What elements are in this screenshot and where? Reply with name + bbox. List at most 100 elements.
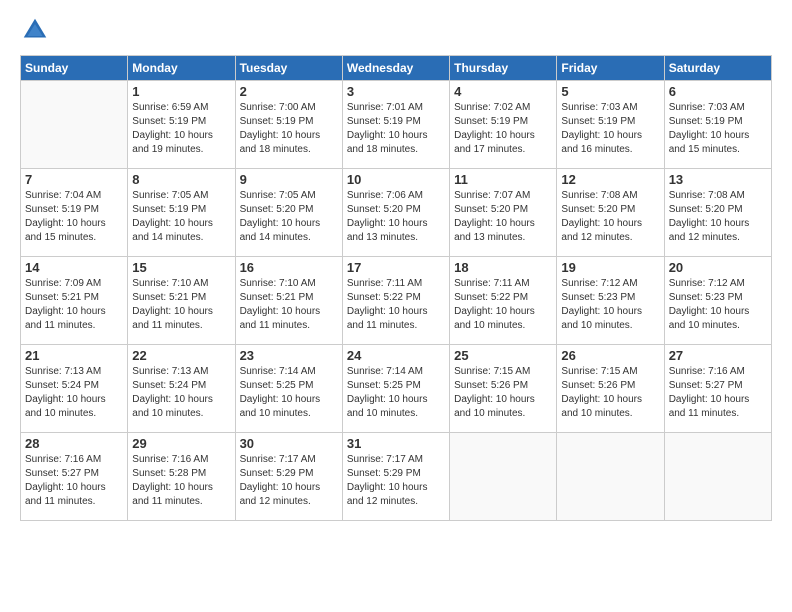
calendar-day-cell: 2Sunrise: 7:00 AM Sunset: 5:19 PM Daylig… xyxy=(235,81,342,169)
day-info: Sunrise: 7:10 AM Sunset: 5:21 PM Dayligh… xyxy=(240,277,338,333)
calendar-day-cell: 4Sunrise: 7:02 AM Sunset: 5:19 PM Daylig… xyxy=(450,81,557,169)
calendar-day-cell: 24 Sunrise: 7:14 AM Sunset: 5:25 PM Dayli… xyxy=(342,345,449,433)
calendar-day-cell: 30 Sunrise: 7:17 AM Sunset: 5:29 PM Dayli… xyxy=(235,433,342,521)
calendar-day-cell: 26 Sunrise: 7:15 AM Sunset: 5:26 PM Dayli… xyxy=(557,345,664,433)
calendar-day-header: Tuesday xyxy=(235,56,342,81)
calendar-day-header: Friday xyxy=(557,56,664,81)
day-number: 13 xyxy=(669,172,767,187)
day-info: Sunrise: 7:17 AM Sunset: 5:29 PM Dayligh… xyxy=(240,453,338,509)
day-info: Sunrise: 7:17 AM Sunset: 5:29 PM Dayligh… xyxy=(347,453,445,509)
calendar-day-cell: 11Sunrise: 7:07 AM Sunset: 5:20 PM Dayli… xyxy=(450,169,557,257)
calendar-day-header: Saturday xyxy=(664,56,771,81)
calendar-day-cell: 18 Sunrise: 7:11 AM Sunset: 5:22 PM Dayli… xyxy=(450,257,557,345)
day-info: Sunrise: 7:14 AM Sunset: 5:25 PM Dayligh… xyxy=(347,365,445,421)
day-number: 19 xyxy=(561,260,659,275)
day-number: 5 xyxy=(561,84,659,99)
calendar-day-cell: 20 Sunrise: 7:12 AM Sunset: 5:23 PM Dayli… xyxy=(664,257,771,345)
day-number: 23 xyxy=(240,348,338,363)
calendar-day-cell: 29 Sunrise: 7:16 AM Sunset: 5:28 PM Dayli… xyxy=(128,433,235,521)
day-number: 29 xyxy=(132,436,230,451)
calendar-day-header: Thursday xyxy=(450,56,557,81)
logo-icon xyxy=(20,15,50,45)
calendar-day-cell: 7 Sunrise: 7:04 AM Sunset: 5:19 PM Daylig… xyxy=(21,169,128,257)
day-info: Sunrise: 7:13 AM Sunset: 5:24 PM Dayligh… xyxy=(25,365,123,421)
day-info: Sunrise: 7:16 AM Sunset: 5:27 PM Dayligh… xyxy=(25,453,123,509)
day-info: Sunrise: 7:11 AM Sunset: 5:22 PM Dayligh… xyxy=(454,277,552,333)
day-number: 2 xyxy=(240,84,338,99)
day-info: Sunrise: 7:03 AM Sunset: 5:19 PM Dayligh… xyxy=(669,101,767,157)
day-number: 31 xyxy=(347,436,445,451)
calendar-day-cell: 23Sunrise: 7:14 AM Sunset: 5:25 PM Dayli… xyxy=(235,345,342,433)
calendar-week-row: 21Sunrise: 7:13 AM Sunset: 5:24 PM Dayli… xyxy=(21,345,772,433)
calendar-day-cell: 10 Sunrise: 7:06 AM Sunset: 5:20 PM Dayli… xyxy=(342,169,449,257)
calendar-day-cell xyxy=(21,81,128,169)
day-info: Sunrise: 7:15 AM Sunset: 5:26 PM Dayligh… xyxy=(561,365,659,421)
calendar-day-cell: 9 Sunrise: 7:05 AM Sunset: 5:20 PM Daylig… xyxy=(235,169,342,257)
day-number: 12 xyxy=(561,172,659,187)
day-number: 15 xyxy=(132,260,230,275)
calendar-day-cell xyxy=(664,433,771,521)
day-number: 11 xyxy=(454,172,552,187)
day-number: 9 xyxy=(240,172,338,187)
day-number: 27 xyxy=(669,348,767,363)
calendar-day-cell: 27 Sunrise: 7:16 AM Sunset: 5:27 PM Dayli… xyxy=(664,345,771,433)
calendar-day-cell: 13Sunrise: 7:08 AM Sunset: 5:20 PM Dayli… xyxy=(664,169,771,257)
calendar-week-row: 7 Sunrise: 7:04 AM Sunset: 5:19 PM Daylig… xyxy=(21,169,772,257)
calendar-week-row: 14 Sunrise: 7:09 AM Sunset: 5:21 PM Dayli… xyxy=(21,257,772,345)
calendar-week-row: 28 Sunrise: 7:16 AM Sunset: 5:27 PM Dayli… xyxy=(21,433,772,521)
day-number: 24 xyxy=(347,348,445,363)
day-number: 26 xyxy=(561,348,659,363)
day-info: Sunrise: 7:05 AM Sunset: 5:20 PM Dayligh… xyxy=(240,189,338,245)
day-number: 8 xyxy=(132,172,230,187)
calendar-day-header: Wednesday xyxy=(342,56,449,81)
calendar-day-cell: 3 Sunrise: 7:01 AM Sunset: 5:19 PM Daylig… xyxy=(342,81,449,169)
day-number: 16 xyxy=(240,260,338,275)
day-number: 30 xyxy=(240,436,338,451)
calendar-day-cell: 6 Sunrise: 7:03 AM Sunset: 5:19 PM Daylig… xyxy=(664,81,771,169)
day-number: 7 xyxy=(25,172,123,187)
day-number: 3 xyxy=(347,84,445,99)
calendar-week-row: 1 Sunrise: 6:59 AM Sunset: 5:19 PM Daylig… xyxy=(21,81,772,169)
page: SundayMondayTuesdayWednesdayThursdayFrid… xyxy=(0,0,792,612)
calendar-day-cell: 25 Sunrise: 7:15 AM Sunset: 5:26 PM Dayli… xyxy=(450,345,557,433)
day-number: 14 xyxy=(25,260,123,275)
calendar-day-cell xyxy=(557,433,664,521)
day-info: Sunrise: 7:01 AM Sunset: 5:19 PM Dayligh… xyxy=(347,101,445,157)
day-number: 4 xyxy=(454,84,552,99)
day-number: 25 xyxy=(454,348,552,363)
header xyxy=(20,15,772,45)
day-info: Sunrise: 7:16 AM Sunset: 5:28 PM Dayligh… xyxy=(132,453,230,509)
calendar-day-cell: 8 Sunrise: 7:05 AM Sunset: 5:19 PM Daylig… xyxy=(128,169,235,257)
day-number: 28 xyxy=(25,436,123,451)
day-info: Sunrise: 7:08 AM Sunset: 5:20 PM Dayligh… xyxy=(561,189,659,245)
day-info: Sunrise: 7:12 AM Sunset: 5:23 PM Dayligh… xyxy=(669,277,767,333)
calendar-day-cell: 16 Sunrise: 7:10 AM Sunset: 5:21 PM Dayli… xyxy=(235,257,342,345)
day-info: Sunrise: 7:15 AM Sunset: 5:26 PM Dayligh… xyxy=(454,365,552,421)
calendar-day-cell: 22Sunrise: 7:13 AM Sunset: 5:24 PM Dayli… xyxy=(128,345,235,433)
day-info: Sunrise: 7:09 AM Sunset: 5:21 PM Dayligh… xyxy=(25,277,123,333)
calendar-day-cell: 14 Sunrise: 7:09 AM Sunset: 5:21 PM Dayli… xyxy=(21,257,128,345)
calendar-day-cell: 21Sunrise: 7:13 AM Sunset: 5:24 PM Dayli… xyxy=(21,345,128,433)
calendar-header-row: SundayMondayTuesdayWednesdayThursdayFrid… xyxy=(21,56,772,81)
day-info: Sunrise: 7:16 AM Sunset: 5:27 PM Dayligh… xyxy=(669,365,767,421)
logo xyxy=(20,15,54,45)
day-number: 10 xyxy=(347,172,445,187)
day-info: Sunrise: 7:10 AM Sunset: 5:21 PM Dayligh… xyxy=(132,277,230,333)
day-number: 18 xyxy=(454,260,552,275)
day-info: Sunrise: 6:59 AM Sunset: 5:19 PM Dayligh… xyxy=(132,101,230,157)
calendar-day-header: Sunday xyxy=(21,56,128,81)
day-info: Sunrise: 7:11 AM Sunset: 5:22 PM Dayligh… xyxy=(347,277,445,333)
day-number: 20 xyxy=(669,260,767,275)
day-number: 6 xyxy=(669,84,767,99)
day-info: Sunrise: 7:06 AM Sunset: 5:20 PM Dayligh… xyxy=(347,189,445,245)
calendar-day-cell: 15 Sunrise: 7:10 AM Sunset: 5:21 PM Dayli… xyxy=(128,257,235,345)
day-info: Sunrise: 7:04 AM Sunset: 5:19 PM Dayligh… xyxy=(25,189,123,245)
day-info: Sunrise: 7:12 AM Sunset: 5:23 PM Dayligh… xyxy=(561,277,659,333)
day-info: Sunrise: 7:03 AM Sunset: 5:19 PM Dayligh… xyxy=(561,101,659,157)
calendar-day-header: Monday xyxy=(128,56,235,81)
day-number: 1 xyxy=(132,84,230,99)
calendar-day-cell: 28 Sunrise: 7:16 AM Sunset: 5:27 PM Dayli… xyxy=(21,433,128,521)
calendar-day-cell: 19 Sunrise: 7:12 AM Sunset: 5:23 PM Dayli… xyxy=(557,257,664,345)
calendar-day-cell: 17Sunrise: 7:11 AM Sunset: 5:22 PM Dayli… xyxy=(342,257,449,345)
day-info: Sunrise: 7:05 AM Sunset: 5:19 PM Dayligh… xyxy=(132,189,230,245)
